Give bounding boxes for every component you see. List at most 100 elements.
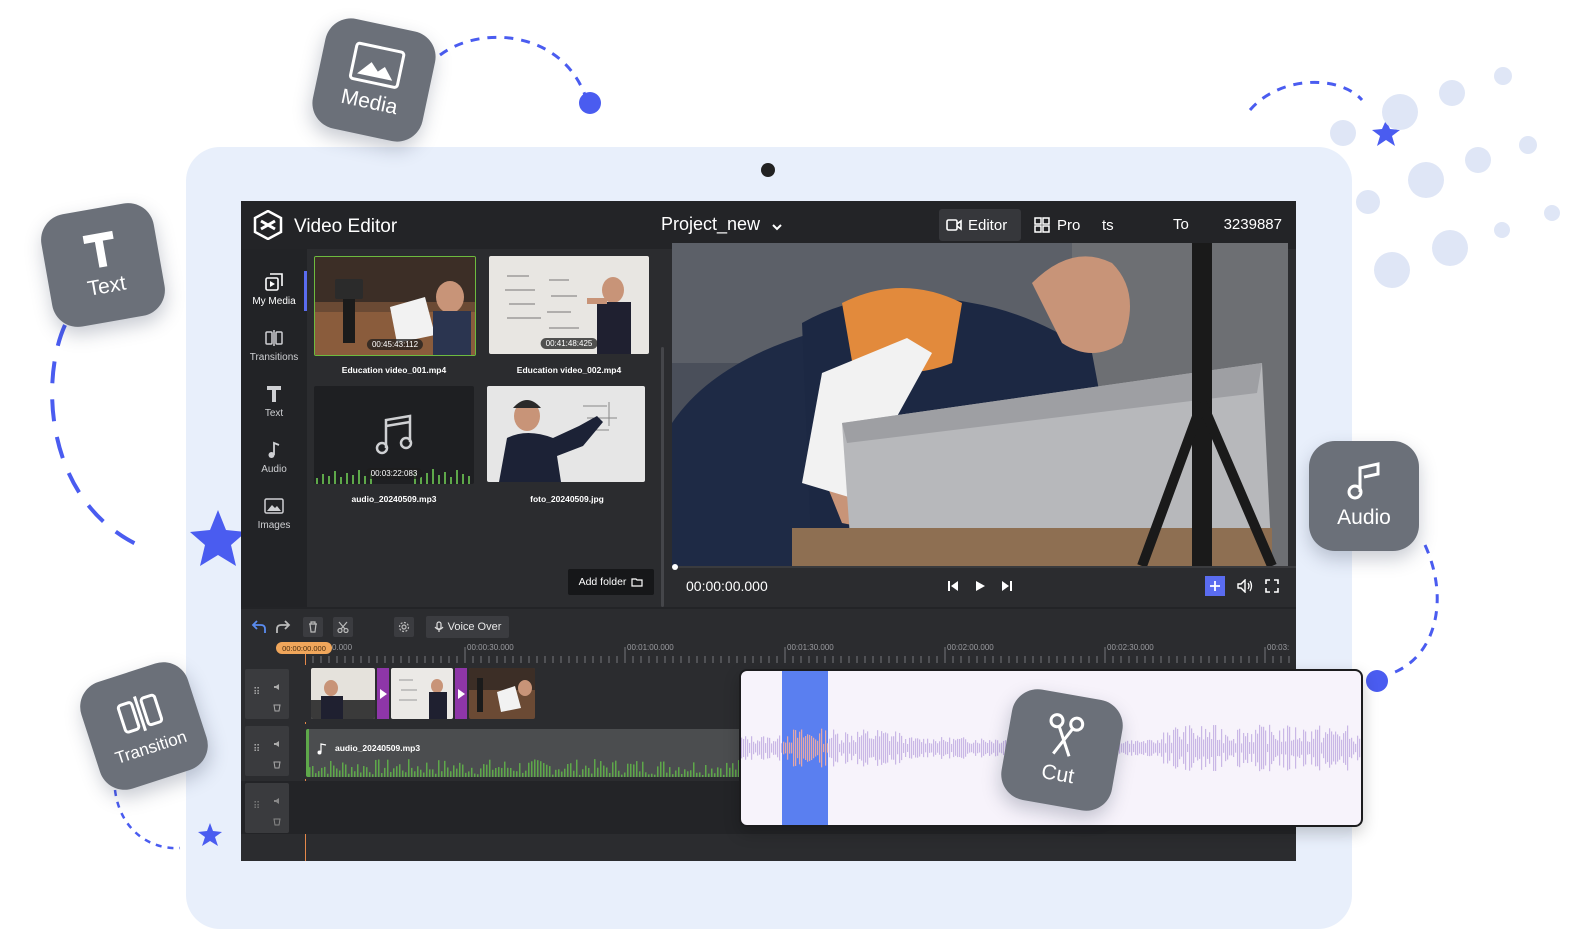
transition-marker[interactable] — [455, 668, 467, 719]
trash-icon[interactable] — [273, 703, 281, 712]
drag-handle-icon[interactable]: ⠿ — [253, 801, 260, 812]
music-note-icon — [1347, 462, 1380, 500]
trash-icon[interactable] — [273, 817, 281, 826]
undo-icon[interactable] — [251, 619, 267, 635]
ruler-label: 00:03: — [1267, 643, 1290, 652]
ruler-label: 00:00:30.000 — [467, 643, 514, 652]
media-badge: Media — [307, 13, 441, 147]
project-name[interactable]: Project_new — [661, 214, 760, 235]
plus-icon — [1210, 581, 1220, 591]
music-note-icon — [317, 743, 327, 755]
fullscreen-icon[interactable] — [1265, 579, 1279, 593]
transition-marker[interactable] — [377, 668, 389, 719]
video-clip[interactable] — [311, 668, 375, 719]
step-forward-icon[interactable] — [1001, 580, 1013, 592]
play-icon[interactable] — [974, 580, 986, 592]
track-controls: ⠿ — [245, 726, 289, 776]
media-thumb[interactable]: 00:03:22:083 — [314, 386, 474, 484]
split-button[interactable] — [333, 617, 353, 637]
music-note-icon — [268, 441, 280, 458]
tab-editor[interactable]: Editor — [939, 209, 1021, 241]
media-library-icon — [265, 273, 283, 291]
audio-clip-name: audio_20240509.mp3 — [335, 743, 421, 753]
sidebar-item-images[interactable]: Images — [241, 495, 307, 531]
tab-projects[interactable]: Pro ts — [1031, 209, 1121, 241]
volume-icon[interactable] — [273, 683, 283, 691]
track-controls: ⠿ — [245, 669, 289, 719]
image-icon — [264, 498, 284, 514]
scissors-icon — [337, 621, 349, 633]
sidebar-item-label: Text — [264, 408, 284, 419]
player-controls: 00:00:00.000 — [672, 564, 1296, 607]
media-badge-label: Media — [338, 84, 400, 120]
media-name: Education video_002.mp4 — [516, 365, 622, 375]
clip-thumbnail — [391, 668, 453, 719]
player-progress-track[interactable] — [672, 566, 1296, 568]
ruler-label: 0.000 — [332, 643, 353, 652]
video-clip[interactable] — [391, 668, 453, 719]
volume-icon[interactable] — [1237, 579, 1253, 593]
step-back-icon[interactable] — [947, 580, 959, 592]
camera-icon — [946, 219, 962, 231]
cut-badge[interactable]: Cut — [997, 685, 1127, 815]
text-badge: Text — [36, 198, 170, 332]
media-name: foto_20240509.jpg — [530, 494, 604, 504]
text-badge-label: Text — [85, 271, 128, 301]
video-clip[interactable] — [469, 668, 535, 719]
sidebar: My Media Transitions Text Audio Images — [241, 249, 307, 607]
folder-icon — [631, 578, 644, 587]
volume-icon[interactable] — [273, 797, 283, 805]
user-id: 3239887 — [1223, 216, 1282, 233]
settings-button[interactable] — [394, 617, 414, 637]
player-timecode: 00:00:00.000 — [686, 578, 768, 594]
timeline-toolbar: Voice Over — [241, 607, 1296, 645]
player-progress-handle[interactable] — [672, 564, 678, 570]
chevron-down-icon[interactable] — [771, 221, 783, 233]
tab-projects-label-tail: ts — [1102, 217, 1114, 234]
trash-icon[interactable] — [273, 760, 281, 769]
transition-icon — [265, 330, 283, 346]
cut-badge-label: Cut — [1039, 759, 1076, 789]
media-scrollbar[interactable] — [661, 347, 664, 607]
media-thumb[interactable]: 00:41:48:425 — [489, 256, 649, 354]
voice-over-button[interactable]: Voice Over — [426, 616, 509, 638]
image-icon — [348, 41, 406, 89]
add-to-timeline-button[interactable] — [1205, 576, 1225, 596]
sidebar-item-transitions[interactable]: Transitions — [241, 327, 307, 363]
audio-badge-label: Audio — [1337, 506, 1391, 529]
media-duration: 00:03:22:083 — [365, 468, 423, 479]
app-title: Video Editor — [294, 216, 398, 237]
sidebar-item-label: Transitions — [249, 352, 299, 363]
image-thumbnail — [487, 386, 645, 482]
text-t-icon — [82, 230, 114, 268]
ruler-label: 00:02:00.000 — [947, 643, 994, 652]
playhead-time[interactable]: 00:00:00.000 — [276, 642, 332, 654]
clip-thumbnail — [311, 668, 375, 719]
ruler-label: 00:02:30.000 — [1107, 643, 1154, 652]
media-duration: 00:45:43:112 — [366, 339, 424, 350]
trash-icon — [309, 621, 317, 633]
media-thumb[interactable] — [487, 386, 645, 482]
volume-icon[interactable] — [273, 740, 283, 748]
media-thumb[interactable]: 00:45:43:112 — [314, 256, 476, 356]
voice-over-label: Voice Over — [447, 621, 502, 633]
drag-handle-icon[interactable]: ⠿ — [253, 687, 260, 698]
sidebar-item-audio[interactable]: Audio — [241, 439, 307, 475]
ruler-label: 00:01:30.000 — [787, 643, 834, 652]
delete-button[interactable] — [303, 617, 323, 637]
redo-icon[interactable] — [275, 619, 291, 635]
add-folder-label: Add folder — [578, 576, 627, 588]
video-preview[interactable] — [672, 243, 1288, 566]
sidebar-item-my-media[interactable]: My Media — [241, 271, 307, 307]
sidebar-item-text[interactable]: Text — [241, 383, 307, 419]
drag-handle-icon[interactable]: ⠿ — [253, 744, 260, 755]
gear-icon — [398, 621, 410, 633]
top-fragment-label: To — [1173, 216, 1189, 233]
media-panel: 00:45:43:112 Education video_001.mp4 00:… — [307, 249, 667, 607]
media-duration: 00:41:48:425 — [540, 338, 598, 349]
selected-waveform — [783, 728, 828, 768]
sidebar-item-label: My Media — [252, 296, 296, 307]
timeline-ruler[interactable]: 0.000 00:00:30.000 00:01:00.000 00:01:30… — [305, 643, 1296, 665]
scissors-icon — [1049, 713, 1085, 757]
add-folder-button[interactable]: Add folder — [568, 569, 654, 595]
